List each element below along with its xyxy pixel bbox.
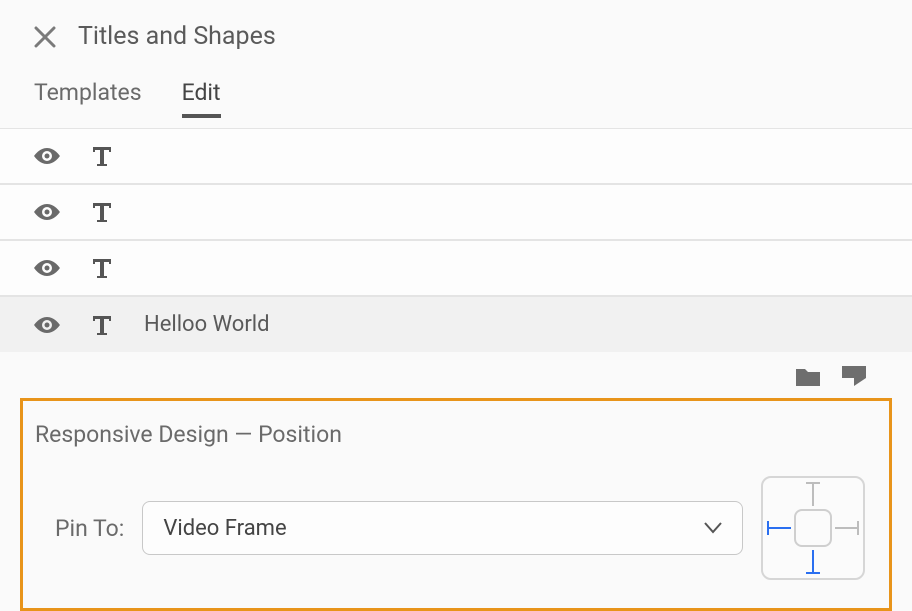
pin-to-select-value: Video Frame	[163, 516, 286, 541]
layers-list: Helloo World	[0, 128, 912, 352]
visibility-icon[interactable]	[34, 317, 60, 333]
tab-templates[interactable]: Templates	[34, 79, 142, 118]
pin-bottom-icon[interactable]	[812, 550, 814, 572]
text-icon	[90, 313, 114, 337]
visibility-icon[interactable]	[34, 204, 60, 220]
layer-label: Helloo World	[144, 312, 270, 337]
tab-edit[interactable]: Edit	[182, 79, 221, 118]
pin-right-icon[interactable]	[835, 527, 857, 529]
visibility-icon[interactable]	[34, 148, 60, 164]
titles-and-shapes-panel: Titles and Shapes Templates Edit	[0, 0, 912, 611]
text-icon	[90, 256, 114, 280]
panel-title: Titles and Shapes	[78, 22, 276, 51]
pin-to-label: Pin To:	[55, 515, 124, 542]
pin-row: Pin To: Video Frame	[35, 476, 865, 580]
layer-row[interactable]	[0, 184, 912, 240]
layer-action-bar	[0, 352, 912, 394]
layer-row[interactable]	[0, 128, 912, 184]
panel-header: Titles and Shapes	[0, 0, 912, 63]
close-icon[interactable]	[34, 26, 56, 48]
tabs: Templates Edit	[0, 63, 912, 118]
layer-row[interactable]	[0, 240, 912, 296]
section-title: Responsive Design — Position	[35, 421, 865, 448]
pin-direction-widget[interactable]	[761, 476, 865, 580]
new-layer-icon[interactable]	[842, 366, 866, 386]
new-group-icon[interactable]	[796, 366, 820, 386]
visibility-icon[interactable]	[34, 260, 60, 276]
pin-left-icon[interactable]	[769, 527, 791, 529]
pin-top-icon[interactable]	[812, 484, 814, 506]
responsive-design-section: Responsive Design — Position Pin To: Vid…	[20, 398, 892, 611]
pin-top-cap	[806, 482, 820, 484]
pin-right-cap	[857, 521, 859, 535]
text-icon	[90, 144, 114, 168]
layer-row[interactable]: Helloo World	[0, 296, 912, 352]
pin-to-select[interactable]: Video Frame	[142, 501, 743, 555]
pin-left-cap	[767, 521, 769, 535]
chevron-down-icon	[704, 519, 722, 538]
pin-bottom-cap	[806, 572, 820, 574]
pin-center-icon	[794, 509, 832, 547]
text-icon	[90, 200, 114, 224]
